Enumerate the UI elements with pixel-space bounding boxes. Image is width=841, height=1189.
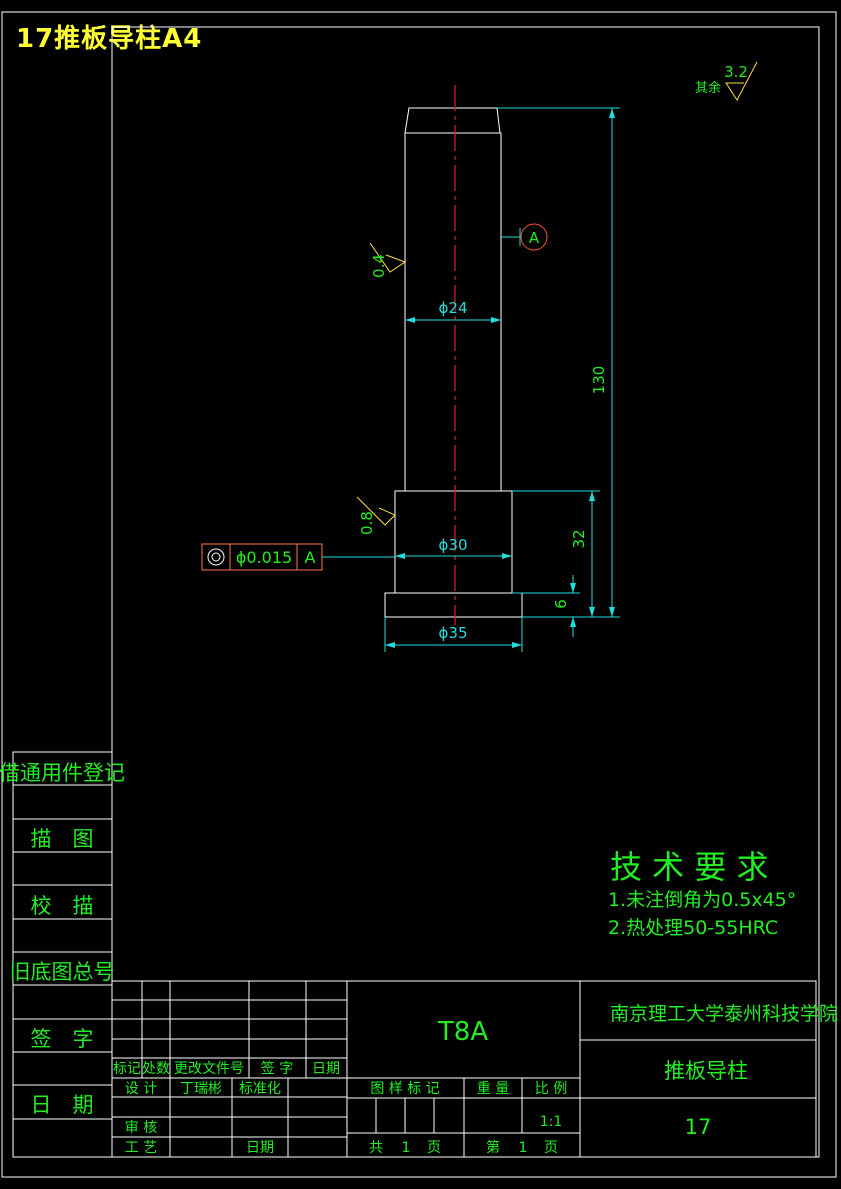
rev-count: 处数 [142,1061,170,1077]
process-label: 工 艺 [125,1140,157,1156]
rev-mark: 标记 [113,1061,141,1077]
part-name: 推板导柱 [664,1059,748,1083]
page-number: 1 [519,1140,528,1156]
roughness-collar: 0.8 [358,511,376,535]
total-pages: 1 [402,1140,411,1156]
review-label: 审 核 [125,1120,157,1136]
standardize-label: 标准化 [239,1081,281,1097]
roughness-symbols [356,61,758,526]
tech-req-item-1: 1.未注倒角为0.5x45° [608,889,796,911]
dim-length-130: 130 [590,366,608,395]
date-label: 日期 [246,1140,274,1156]
concentricity-icon [207,548,225,566]
material: T8A [437,1017,488,1047]
page-unit: 页 [544,1140,558,1156]
total-label: 共 [369,1140,383,1156]
dim-diameter-35: ϕ35 [439,624,468,642]
rev-doc: 更改文件号 [174,1061,244,1077]
total-page-unit: 页 [427,1140,441,1156]
stamp-borrow: 借通用件登记 [0,761,125,785]
tech-req-title: 技 术 要 求 [610,848,769,886]
engineering-drawing: 借通用件登记 描 图 校 描 旧底图总号 签 字 日 期 ϕ24 ϕ30 ϕ35… [0,11,838,1178]
page-label: 第 [486,1139,500,1156]
stage-mark-label: 图 样 标 记 [370,1081,439,1097]
stamp-check: 校 描 [31,894,94,918]
dim-length-6: 6 [552,599,570,609]
roughness-shaft: 0.4 [370,254,388,278]
tech-req-item-2: 2.热处理50-55HRC [608,917,778,939]
dim-length-32: 32 [570,529,588,548]
designer-name: 丁瑞彬 [180,1081,222,1097]
drawing-number: 17 [685,1115,712,1139]
tolerance-value: ϕ0.015 [236,548,292,567]
rev-date: 日期 [312,1061,340,1077]
arrowheads [385,108,615,648]
roughness-other-label: 其余 [695,80,721,96]
rev-sign: 签 字 [261,1060,293,1077]
dimension-lines [322,107,620,652]
scale-label: 比 例 [535,1081,567,1097]
dim-diameter-24: ϕ24 [439,299,468,317]
stamp-sign: 签 字 [31,1027,94,1051]
school-name: 南京理工大学泰州科技学院 [610,1003,838,1025]
weight-label: 重 量 [477,1081,509,1097]
stamp-trace: 描 图 [31,827,94,851]
tolerance-datum: A [305,548,316,567]
inner-border [111,26,820,1158]
design-label: 设 计 [125,1081,157,1097]
stamp-old-no: 旧底图总号 [10,960,115,984]
roughness-other-value: 3.2 [724,63,748,81]
scale-value: 1:1 [540,1114,563,1130]
datum-letter: A [529,229,540,247]
stamp-date: 日 期 [31,1093,94,1117]
dim-diameter-30: ϕ30 [439,536,468,554]
